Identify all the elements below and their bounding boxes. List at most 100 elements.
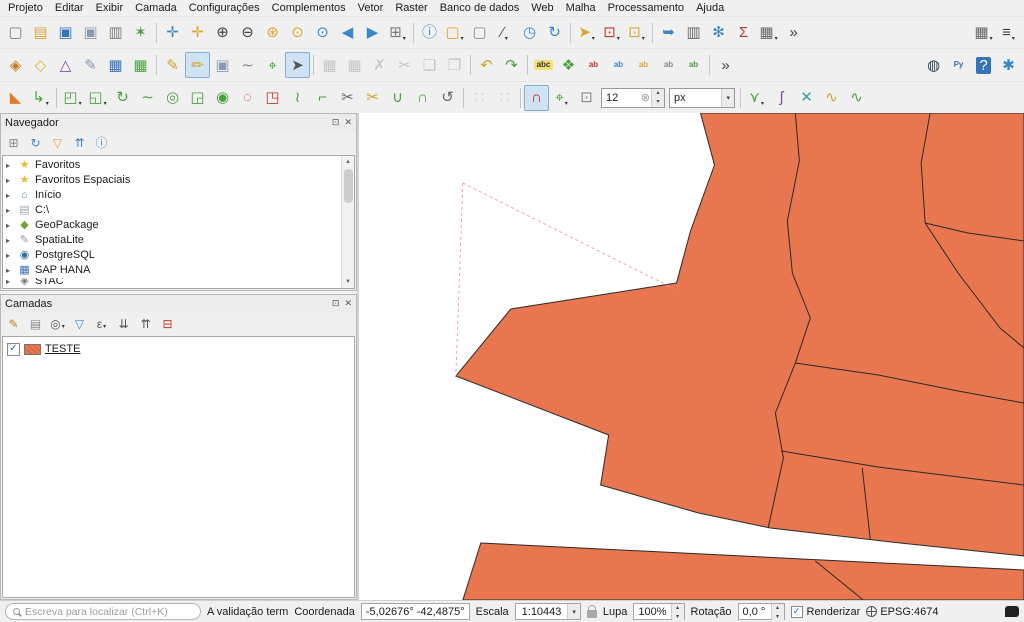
enable-tracing-button[interactable]: ⋎▾ [744, 85, 769, 111]
snapping-mode-button[interactable]: ⌖▾ [549, 85, 574, 111]
help-button[interactable]: ? [971, 52, 996, 78]
locator-search-input[interactable]: Escreva para localizar (Ctrl+K) [5, 603, 201, 620]
menu-exibir[interactable]: Exibir [90, 1, 130, 15]
spinner-arrows[interactable]: ▴▾ [671, 604, 684, 619]
remove-snap-button[interactable]: ✕ [794, 85, 819, 111]
layers-float-button[interactable]: ⊡ [332, 298, 340, 309]
new-virtual-layer-button[interactable]: ⊡▾ [599, 20, 624, 46]
scroll-thumb[interactable] [344, 169, 353, 203]
browser-item-postgresql[interactable]: ▸◉PostgreSQL [3, 248, 341, 263]
python-console-button[interactable]: Py [946, 52, 971, 78]
browser-add-layer-button[interactable]: ⊞ [3, 133, 24, 153]
processing-history-button[interactable]: ▥ [681, 20, 706, 46]
merge-features-button[interactable]: ∪ [385, 85, 410, 111]
merge-attributes-button[interactable]: ∩ [410, 85, 435, 111]
toggle-editing-button[interactable]: ✎ [160, 52, 185, 78]
self-snapping-button[interactable]: ⊡ [574, 85, 599, 111]
menu-editar[interactable]: Editar [49, 1, 90, 15]
render-checkbox[interactable]: ✓ Renderizar [791, 606, 861, 618]
browser-close-button[interactable]: ✕ [344, 117, 352, 128]
redo-button[interactable]: ↷ [499, 52, 524, 78]
digitize-shape-button[interactable]: ʃ [769, 85, 794, 111]
expander-icon[interactable]: ▸ [6, 263, 17, 278]
snapping-units-combo[interactable]: px▾ [669, 88, 735, 108]
filter-by-expression-button[interactable]: ε▾ [91, 314, 112, 334]
snapping-tolerance-arrows[interactable]: ▴▾ [651, 89, 664, 107]
scale-combo[interactable]: 1:10443 ▾ [515, 603, 581, 620]
menu-camada[interactable]: Camada [129, 1, 183, 15]
select-by-expression-button[interactable]: ➤▾ [574, 20, 599, 46]
identify-features-button[interactable]: ⓘ [417, 20, 442, 46]
bottom-parcel-polygon[interactable] [463, 543, 1024, 600]
new-temporary-layer-button[interactable]: ⊡▾ [624, 20, 649, 46]
browser-item-spatialite[interactable]: ▸✎SpatiaLite [3, 233, 341, 248]
browser-item-favoritos[interactable]: ▸★Favoritos [3, 158, 341, 173]
enable-snapping-button[interactable]: ∩ [524, 85, 549, 111]
zoom-out-button[interactable]: ⊖ [235, 20, 260, 46]
layer-checkbox[interactable]: ✓ [7, 343, 20, 356]
menu-raster[interactable]: Raster [389, 1, 433, 15]
new-shapefile-button[interactable]: △ [53, 52, 78, 78]
stream-digitizing-button[interactable]: ∿ [819, 85, 844, 111]
menu-web[interactable]: Web [525, 1, 559, 15]
menu-projeto[interactable]: Projeto [2, 1, 49, 15]
add-part-button[interactable]: ◲ [185, 85, 210, 111]
split-parts-button[interactable]: ✂ [335, 85, 360, 111]
collapse-all-button[interactable]: ⇈ [135, 314, 156, 334]
toolbar-overflow-button[interactable]: » [781, 20, 806, 46]
change-label-button[interactable]: ab [681, 52, 706, 78]
panels-menu-button[interactable]: ≡▾ [996, 20, 1021, 46]
simplify-feature-button[interactable]: ∼ [135, 85, 160, 111]
snapping-tolerance-clear-icon[interactable]: ⊗ [641, 91, 650, 104]
coordinate-label[interactable]: Coordenada [294, 606, 355, 618]
coordinate-value-field[interactable]: -5,02676° -42,4875° [361, 603, 470, 620]
new-project-button[interactable]: ▢ [3, 20, 28, 46]
map-canvas[interactable] [359, 113, 1024, 600]
expander-icon[interactable]: ▸ [6, 158, 17, 173]
main-parcel-polygon[interactable] [456, 113, 1024, 556]
browser-scrollbar[interactable]: ▲ ▼ [341, 156, 354, 288]
zoom-to-layer-button[interactable]: ⊙ [310, 20, 335, 46]
layers-close-button[interactable]: ✕ [344, 298, 352, 309]
new-spatialite-button[interactable]: ✎ [78, 52, 103, 78]
new-virtual-box-button[interactable]: ◇ [28, 52, 53, 78]
zoom-last-button[interactable]: ◀ [335, 20, 360, 46]
crs-indicator[interactable]: EPSG:4674 [866, 606, 938, 618]
temporal-controller-button[interactable]: ◷ [517, 20, 542, 46]
vertex-tool-current-layer-button[interactable]: ⌖ [260, 52, 285, 78]
style-manager-button[interactable]: ✶ [128, 20, 153, 46]
scroll-up-icon[interactable]: ▲ [345, 156, 351, 168]
reshape-features-button[interactable]: ⌐ [310, 85, 335, 111]
menu-ajuda[interactable]: Ajuda [690, 1, 730, 15]
layer-labeling-options-button[interactable]: abc [531, 52, 556, 78]
highlight-pinned-labels-button[interactable]: ab [606, 52, 631, 78]
new-geopackage-button[interactable]: ◈ [3, 52, 28, 78]
zoom-to-selection-button[interactable]: ⊙ [285, 20, 310, 46]
select-features-button[interactable]: ▢▾ [442, 20, 467, 46]
avoid-overlap-button[interactable]: ∿ [844, 85, 869, 111]
open-layer-styling-button[interactable]: ✎ [3, 314, 24, 334]
pan-map-button[interactable]: ✛ [160, 20, 185, 46]
new-grid-button[interactable]: ▦ [128, 52, 153, 78]
menu-complementos[interactable]: Complementos [266, 1, 352, 15]
remove-layer-button[interactable]: ⊟ [157, 314, 178, 334]
zoom-in-button[interactable]: ⊕ [210, 20, 235, 46]
statistics-button[interactable]: Σ [731, 20, 756, 46]
deselect-features-button[interactable]: ▢ [467, 20, 492, 46]
rotate-label-button[interactable]: ab [656, 52, 681, 78]
new-map-view-button[interactable]: ⊞▾ [385, 20, 410, 46]
browser-properties-button[interactable]: ⓘ [91, 133, 112, 153]
expander-icon[interactable]: ▸ [6, 248, 17, 263]
menu-banco-de-dados[interactable]: Banco de dados [434, 1, 526, 15]
filter-legend-button[interactable]: ▽ [69, 314, 90, 334]
snapping-tolerance-spinner[interactable]: 12⊗▴▾ [601, 88, 665, 108]
rotate-point-symbols-button[interactable]: ↺ [435, 85, 460, 111]
options-blue-button[interactable]: ✻ [706, 20, 731, 46]
add-ring-button[interactable]: ◎ [160, 85, 185, 111]
browser-float-button[interactable]: ⊡ [332, 117, 340, 128]
pin-labels-button[interactable]: ab [581, 52, 606, 78]
metasearch-button[interactable]: ➥ [656, 20, 681, 46]
messages-icon[interactable] [1005, 606, 1019, 617]
expander-icon[interactable]: ▸ [6, 203, 17, 218]
new-mesh-layer-button[interactable]: ▦ [103, 52, 128, 78]
